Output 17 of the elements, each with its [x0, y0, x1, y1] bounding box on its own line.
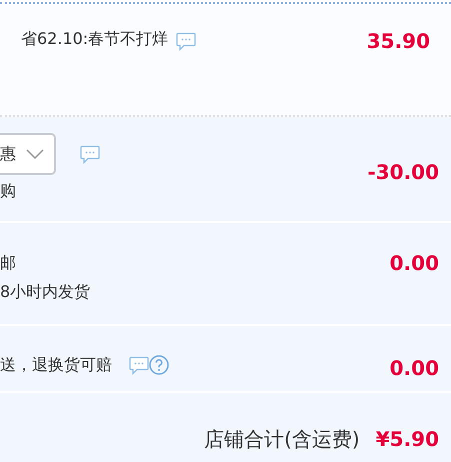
total-amount: ¥5.90 — [376, 426, 439, 453]
price-value: 35.90 — [366, 28, 430, 55]
chat-icon[interactable] — [176, 32, 196, 51]
total-label: 店铺合计(含运费) — [204, 426, 360, 453]
help-icon[interactable] — [149, 355, 169, 375]
shipping-label: 邮 — [0, 252, 17, 274]
chat-icon[interactable] — [129, 356, 149, 374]
chat-icon[interactable] — [80, 144, 100, 164]
promo-label: 省62.10:春节不打烊 — [21, 28, 168, 50]
price-value: -30.00 — [367, 159, 439, 186]
caret-icon — [26, 149, 44, 159]
discount-select[interactable]: 惠 — [0, 133, 56, 175]
insurance-label: 送，退换货可赔 — [0, 354, 112, 376]
discount-note: 购 — [0, 180, 17, 202]
price-value: 0.00 — [390, 355, 439, 382]
shipping-note: 8小时内发货 — [0, 281, 90, 303]
price-value: 0.00 — [390, 250, 439, 277]
